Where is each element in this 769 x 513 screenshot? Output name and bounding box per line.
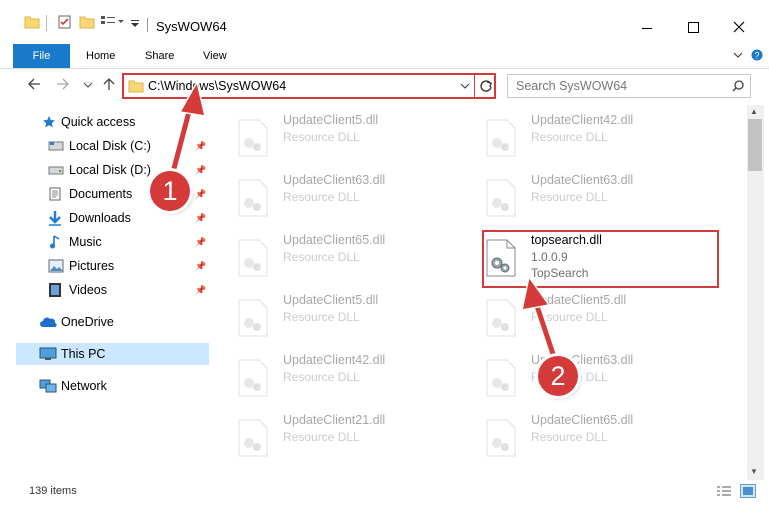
callout-step-1: 1 <box>150 171 190 211</box>
annotation-arrows <box>167 79 560 365</box>
callout-step-2: 2 <box>538 356 578 396</box>
file-explorer-window: SysWOW64 File Home Share View ? C:\Windo… <box>0 0 769 513</box>
